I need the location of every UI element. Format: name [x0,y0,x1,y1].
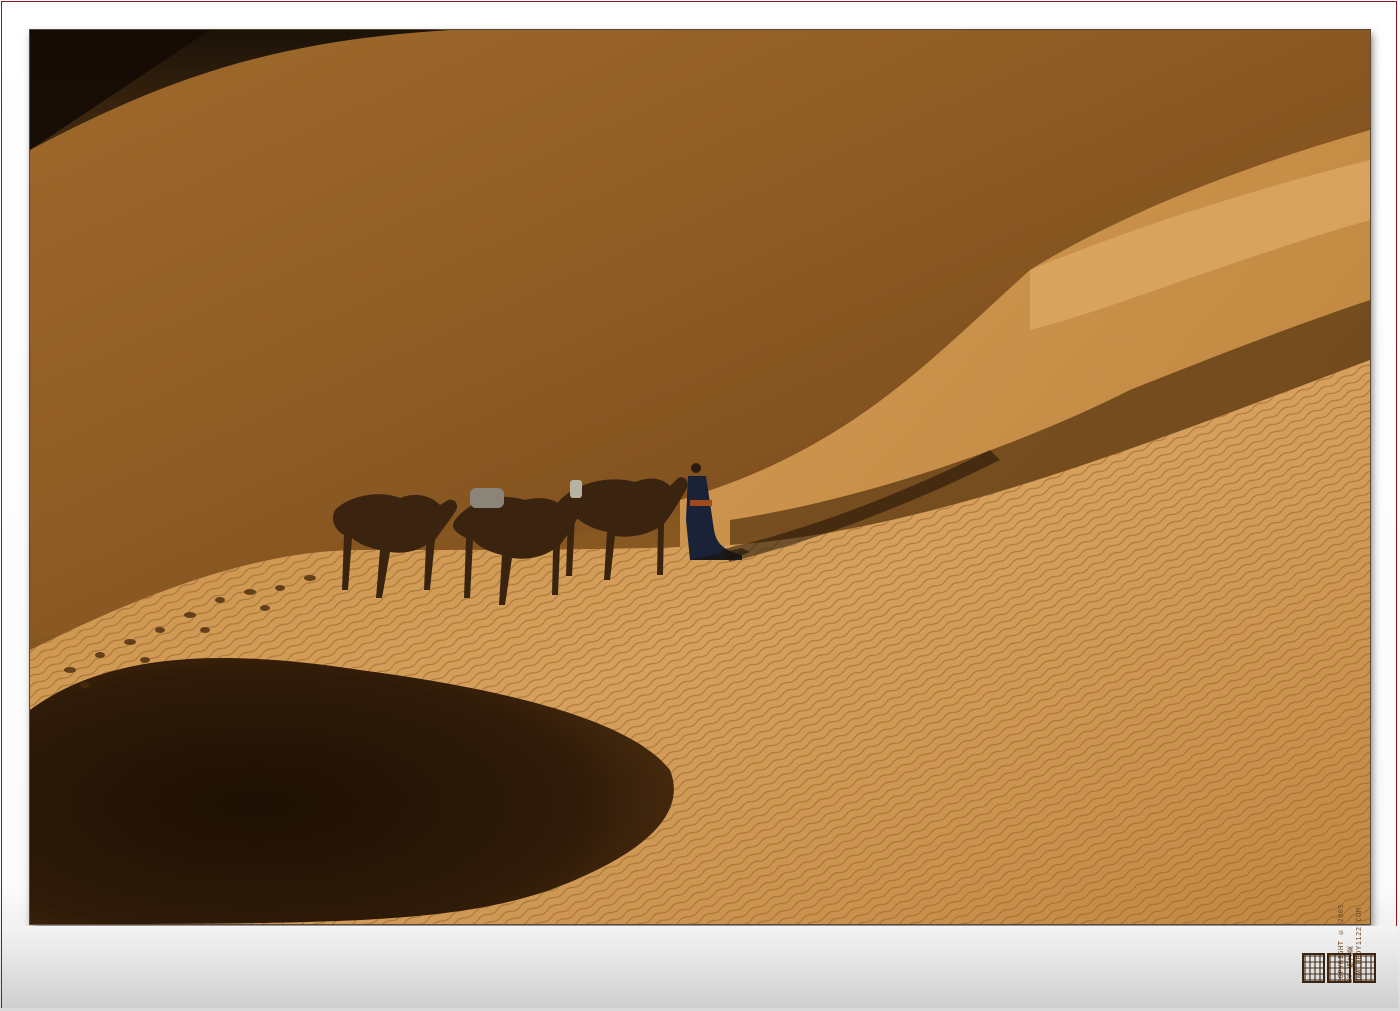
watermark: COPYRIGHT © 2005 BY 杨之夏 WWW.HEDY1122.COM [1302,897,1392,997]
desert-scene [30,30,1370,924]
photo [30,30,1370,924]
seal-chop [1302,953,1326,983]
seal-chop [1352,953,1376,983]
seal-chop [1327,953,1351,983]
frame-bottom-band [2,926,1398,1008]
seal-stamp [1302,953,1376,983]
